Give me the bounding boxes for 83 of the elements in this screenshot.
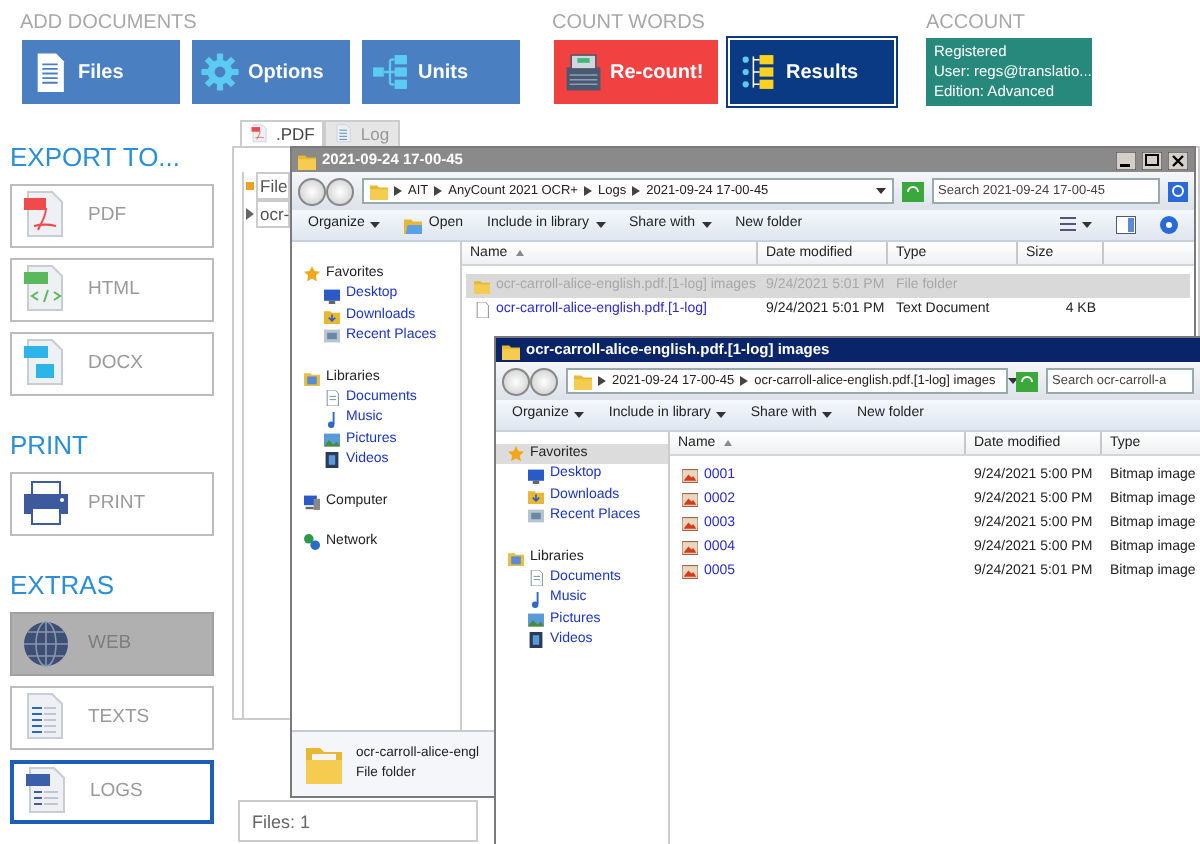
monitor-icon: [528, 467, 544, 484]
section-title: EXPORT TO...: [10, 144, 183, 172]
image-icon: [682, 468, 698, 484]
folder-icon: [298, 151, 316, 169]
toolbar-button[interactable]: Units: [360, 38, 522, 106]
chevron-icon: [394, 186, 402, 196]
hierarchy-icon: [370, 52, 410, 92]
search-icon[interactable]: [1168, 181, 1188, 201]
folder-icon: [304, 742, 344, 786]
sort-icon: [515, 250, 524, 256]
image-icon: [682, 516, 698, 532]
toolbar-button[interactable]: Options: [190, 38, 352, 106]
forward-button[interactable]: [530, 367, 558, 395]
status-bar: Files: 1: [238, 800, 478, 842]
folder-icon: [324, 307, 340, 324]
recent-places-icon: [324, 328, 340, 345]
film-icon: [528, 632, 544, 649]
refresh-icon[interactable]: [902, 181, 924, 201]
folder-icon: [370, 182, 388, 200]
view-options-icon[interactable]: [1060, 216, 1092, 234]
maximize-button[interactable]: [1142, 151, 1162, 169]
chevron-icon: [434, 186, 443, 196]
library-icon: [508, 549, 524, 566]
tab[interactable]: .PDF: [240, 120, 325, 146]
refresh-icon[interactable]: [1016, 371, 1038, 391]
section-title: COUNT WORDS: [552, 10, 707, 38]
picture-icon: [324, 431, 340, 448]
music-icon: [324, 411, 340, 428]
pdf-file-icon: [250, 124, 270, 144]
caret-icon: [876, 187, 886, 195]
music-icon: [528, 591, 544, 608]
column-header: File: [256, 172, 290, 200]
minimize-button[interactable]: [1116, 151, 1136, 169]
folder-icon: [404, 216, 423, 234]
chevron-icon: [583, 186, 592, 196]
document-icon: [324, 390, 340, 407]
preview-pane-icon[interactable]: [1116, 216, 1136, 234]
film-icon: [324, 452, 340, 469]
back-button[interactable]: [502, 367, 530, 395]
toolbar-button[interactable]: Re-count!: [552, 38, 720, 106]
chevron-icon: [740, 376, 749, 386]
close-button[interactable]: [1168, 151, 1188, 169]
image-icon: [682, 492, 698, 508]
library-icon: [304, 369, 320, 386]
star-icon: [304, 266, 320, 283]
chevron-icon: [598, 376, 606, 386]
caret-icon: [1007, 377, 1018, 385]
back-button[interactable]: [298, 177, 326, 205]
printer-icon: [20, 478, 72, 530]
image-icon: [682, 564, 698, 580]
list-icon: [738, 52, 778, 92]
toolbar-button[interactable]: Results: [728, 38, 896, 106]
caret-icon: [716, 411, 727, 419]
folder-icon: [574, 372, 592, 390]
document-icon: [528, 570, 544, 587]
image-icon: [682, 540, 698, 556]
picture-icon: [528, 611, 544, 628]
section-title: ADD DOCUMENTS: [20, 10, 199, 38]
document-icon: [334, 124, 355, 144]
caret-icon: [701, 221, 712, 229]
section-title: ACCOUNT: [926, 10, 1027, 38]
text-file-icon: [474, 302, 490, 318]
folder-icon: [502, 341, 520, 359]
forward-button[interactable]: [326, 177, 354, 205]
folder-icon: [528, 487, 544, 504]
star-icon: [508, 446, 524, 463]
machine-icon: [562, 52, 602, 92]
sort-icon: [723, 440, 732, 446]
monitor-icon: [324, 287, 340, 304]
caret-icon: [595, 221, 605, 229]
recent-places-icon: [528, 508, 544, 525]
section-title: EXTRAS: [10, 572, 117, 600]
network-icon: [304, 534, 320, 551]
computer-icon: [304, 493, 320, 510]
chevron-icon: [632, 186, 641, 196]
caret-icon: [822, 411, 833, 419]
section-title: PRINT: [10, 432, 90, 460]
table-cell: ocr-: [256, 200, 290, 228]
folder-icon: [474, 278, 490, 294]
toolbar-button[interactable]: Files: [20, 38, 182, 106]
globe-icon: [20, 618, 72, 670]
caret-icon: [574, 411, 585, 419]
caret-icon: [370, 221, 381, 229]
